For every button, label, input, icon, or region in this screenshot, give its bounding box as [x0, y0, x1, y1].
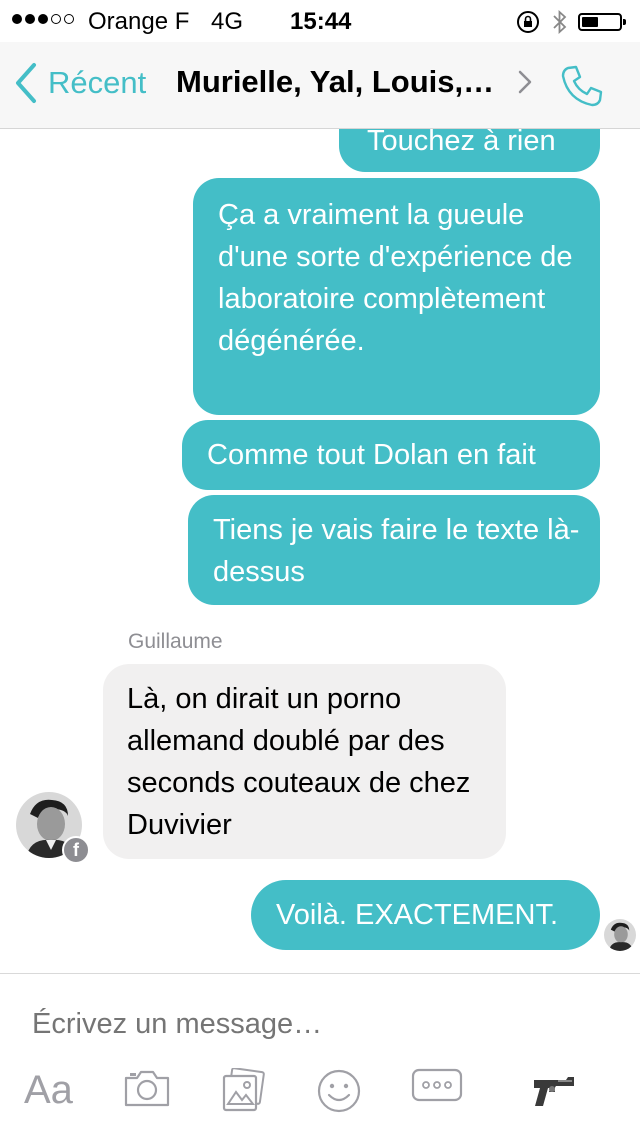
battery-icon [578, 13, 626, 31]
gallery-icon[interactable] [220, 1067, 266, 1119]
signal-strength-icon [12, 14, 74, 24]
sender-name: Guillaume [128, 630, 223, 653]
facebook-badge-icon: f [62, 836, 90, 864]
message-bubble-outgoing[interactable]: Voilà. EXACTEMENT. [251, 880, 600, 950]
camera-icon[interactable] [122, 1068, 172, 1113]
phone-call-icon[interactable] [558, 62, 606, 115]
message-composer: Aa [0, 973, 640, 1137]
message-bubble-outgoing[interactable]: Ça a vraiment la gueule d'une sorte d'ex… [193, 178, 600, 415]
conversation-title[interactable]: Murielle, Yal, Louis,… [176, 64, 494, 100]
bluetooth-icon [552, 9, 568, 40]
chevron-right-icon[interactable] [518, 70, 532, 99]
message-input[interactable] [32, 1004, 612, 1044]
back-label: Récent [48, 65, 147, 100]
more-icon[interactable] [411, 1068, 463, 1107]
status-bar: Orange F 4G 15:44 [0, 0, 640, 42]
back-button[interactable]: Récent [14, 62, 146, 104]
network-type: 4G [211, 8, 244, 35]
message-bubble-outgoing[interactable]: Comme tout Dolan en fait [182, 420, 600, 490]
message-bubble-outgoing[interactable]: Tiens je vais faire le texte là-dessus [188, 495, 600, 605]
chevron-left-icon [16, 63, 36, 103]
carrier-name: Orange F [88, 8, 190, 35]
clock: 15:44 [290, 8, 352, 35]
message-thread[interactable]: Touchez à rien Ça a vraiment la gueule d… [0, 0, 640, 972]
read-receipt-avatar [604, 919, 636, 951]
message-bubble-incoming[interactable]: Là, on dirait un porno allemand doublé p… [103, 664, 506, 859]
rotation-lock-icon [516, 10, 540, 39]
gun-emoji-icon[interactable] [532, 1074, 578, 1115]
navigation-bar: Récent Murielle, Yal, Louis,… [0, 42, 640, 129]
emoji-icon[interactable] [316, 1068, 362, 1119]
text-format-button[interactable]: Aa [24, 1068, 73, 1113]
